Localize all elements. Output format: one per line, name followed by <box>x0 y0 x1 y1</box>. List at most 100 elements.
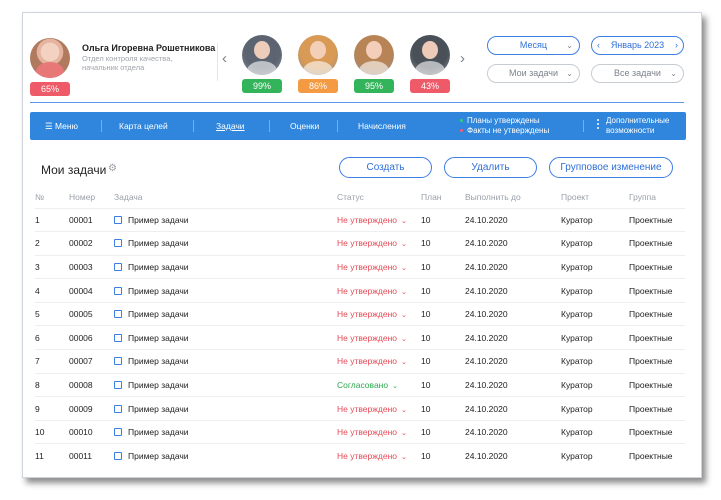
colleague-card[interactable]: 99% <box>242 35 282 93</box>
month-switcher[interactable]: ‹ Январь 2023 › <box>591 36 684 55</box>
status-value[interactable]: Не утверждено <box>337 286 397 296</box>
all-tasks-select[interactable]: Все задачи ⌄ <box>591 64 684 83</box>
month-prev-icon[interactable]: ‹ <box>597 37 600 54</box>
task-cell[interactable]: Пример задачи <box>114 278 337 303</box>
task-cell[interactable]: Пример задачи <box>114 443 337 468</box>
table-row[interactable]: 10 00010 Пример задачи Не утверждено ⌄ 10 24.1… <box>35 419 685 444</box>
table-row[interactable]: 1 00001 Пример задачи Не утверждено ⌄ 10 24.10… <box>35 207 685 232</box>
nav-goals-map[interactable]: Карта целей <box>119 112 168 140</box>
table-row[interactable]: 6 00006 Пример задачи Не утверждено ⌄ 10 24.10… <box>35 325 685 350</box>
task-title[interactable]: Пример задачи <box>128 427 189 437</box>
delete-button[interactable]: Удалить <box>444 157 537 178</box>
table-row[interactable]: 11 00011 Пример задачи Не утверждено ⌄ 10 24.1… <box>35 443 685 468</box>
task-cell[interactable]: Пример задачи <box>114 254 337 279</box>
chevron-down-icon[interactable]: ⌄ <box>401 289 407 296</box>
chevron-down-icon[interactable]: ⌄ <box>401 218 407 225</box>
nav-ratings[interactable]: Оценки <box>290 112 319 140</box>
nav-tasks[interactable]: Задачи <box>216 112 245 140</box>
task-checkbox[interactable] <box>114 215 122 224</box>
nav-menu[interactable]: ☰ Меню <box>45 112 78 140</box>
gear-icon[interactable]: ⚙ <box>108 163 117 174</box>
table-row[interactable]: 4 00004 Пример задачи Не утверждено ⌄ 10 24.10… <box>35 278 685 303</box>
status-value[interactable]: Не утверждено <box>337 238 397 248</box>
status-cell[interactable]: Не утверждено ⌄ <box>337 349 421 374</box>
my-tasks-select[interactable]: Мои задачи ⌄ <box>487 64 580 83</box>
chevron-down-icon[interactable]: ⌄ <box>401 454 407 461</box>
colleague-avatar[interactable] <box>298 35 338 75</box>
chevron-down-icon[interactable]: ⌄ <box>401 265 407 272</box>
chevron-right-icon[interactable]: › <box>460 51 465 66</box>
table-row[interactable]: 7 00007 Пример задачи Не утверждено ⌄ 10 24.10… <box>35 349 685 374</box>
task-checkbox[interactable] <box>114 239 122 248</box>
status-cell[interactable]: Не утверждено ⌄ <box>337 301 421 326</box>
task-checkbox[interactable] <box>114 404 122 413</box>
status-cell[interactable]: Согласовано ⌄ <box>337 372 421 397</box>
status-value[interactable]: Не утверждено <box>337 356 397 366</box>
status-cell[interactable]: Не утверждено ⌄ <box>337 254 421 279</box>
task-cell[interactable]: Пример задачи <box>114 372 337 397</box>
task-cell[interactable]: Пример задачи <box>114 419 337 444</box>
chevron-down-icon[interactable]: ⌄ <box>401 241 407 248</box>
task-title[interactable]: Пример задачи <box>128 333 189 343</box>
task-cell[interactable]: Пример задачи <box>114 396 337 421</box>
nav-additional[interactable]: Дополнительные возможности <box>606 116 669 136</box>
table-row[interactable]: 9 00009 Пример задачи Не утверждено ⌄ 10 24.10… <box>35 396 685 421</box>
status-cell[interactable]: Не утверждено ⌄ <box>337 207 421 232</box>
group-change-button[interactable]: Групповое изменение <box>549 157 673 178</box>
task-checkbox[interactable] <box>114 451 122 460</box>
status-cell[interactable]: Не утверждено ⌄ <box>337 231 421 256</box>
chevron-down-icon[interactable]: ⌄ <box>401 407 407 414</box>
colleague-avatar[interactable] <box>242 35 282 75</box>
status-value[interactable]: Не утверждено <box>337 309 397 319</box>
chevron-down-icon[interactable]: ⌄ <box>401 359 407 366</box>
task-checkbox[interactable] <box>114 428 122 437</box>
task-title[interactable]: Пример задачи <box>128 380 189 390</box>
status-value[interactable]: Не утверждено <box>337 451 397 461</box>
chevron-left-icon[interactable]: ‹ <box>222 51 227 66</box>
table-row[interactable]: 3 00003 Пример задачи Не утверждено ⌄ 10 24.10… <box>35 254 685 279</box>
colleague-card[interactable]: 43% <box>410 35 450 93</box>
status-cell[interactable]: Не утверждено ⌄ <box>337 396 421 421</box>
task-checkbox[interactable] <box>114 380 122 389</box>
status-cell[interactable]: Не утверждено ⌄ <box>337 419 421 444</box>
task-cell[interactable]: Пример задачи <box>114 231 337 256</box>
task-title[interactable]: Пример задачи <box>128 286 189 296</box>
status-value[interactable]: Не утверждено <box>337 333 397 343</box>
table-row[interactable]: 2 00002 Пример задачи Не утверждено ⌄ 10 24.10… <box>35 231 685 256</box>
task-cell[interactable]: Пример задачи <box>114 325 337 350</box>
colleague-avatar[interactable] <box>410 35 450 75</box>
table-row[interactable]: 5 00005 Пример задачи Не утверждено ⌄ 10 24.10… <box>35 301 685 326</box>
task-title[interactable]: Пример задачи <box>128 215 189 225</box>
task-title[interactable]: Пример задачи <box>128 404 189 414</box>
task-cell[interactable]: Пример задачи <box>114 349 337 374</box>
task-checkbox[interactable] <box>114 262 122 271</box>
status-cell[interactable]: Не утверждено ⌄ <box>337 443 421 468</box>
status-cell[interactable]: Не утверждено ⌄ <box>337 278 421 303</box>
task-title[interactable]: Пример задачи <box>128 356 189 366</box>
colleague-card[interactable]: 95% <box>354 35 394 93</box>
status-value[interactable]: Не утверждено <box>337 262 397 272</box>
task-title[interactable]: Пример задачи <box>128 238 189 248</box>
colleague-card[interactable]: 86% <box>298 35 338 93</box>
nav-accruals[interactable]: Начисления <box>358 112 406 140</box>
status-value[interactable]: Не утверждено <box>337 427 397 437</box>
table-row[interactable]: 8 00008 Пример задачи Согласовано ⌄ 10 24.10.2… <box>35 372 685 397</box>
task-cell[interactable]: Пример задачи <box>114 207 337 232</box>
task-title[interactable]: Пример задачи <box>128 262 189 272</box>
colleague-avatar[interactable] <box>354 35 394 75</box>
task-title[interactable]: Пример задачи <box>128 451 189 461</box>
status-value[interactable]: Согласовано <box>337 380 388 390</box>
task-checkbox[interactable] <box>114 357 122 366</box>
chevron-down-icon[interactable]: ⌄ <box>392 383 398 390</box>
period-select[interactable]: Месяц ⌄ <box>487 36 580 55</box>
chevron-down-icon[interactable]: ⌄ <box>401 430 407 437</box>
status-value[interactable]: Не утверждено <box>337 404 397 414</box>
task-checkbox[interactable] <box>114 286 122 295</box>
status-value[interactable]: Не утверждено <box>337 215 397 225</box>
create-button[interactable]: Создать <box>339 157 432 178</box>
task-cell[interactable]: Пример задачи <box>114 301 337 326</box>
kebab-icon[interactable] <box>597 119 600 131</box>
user-avatar[interactable] <box>30 38 70 78</box>
chevron-down-icon[interactable]: ⌄ <box>401 312 407 319</box>
chevron-down-icon[interactable]: ⌄ <box>401 336 407 343</box>
